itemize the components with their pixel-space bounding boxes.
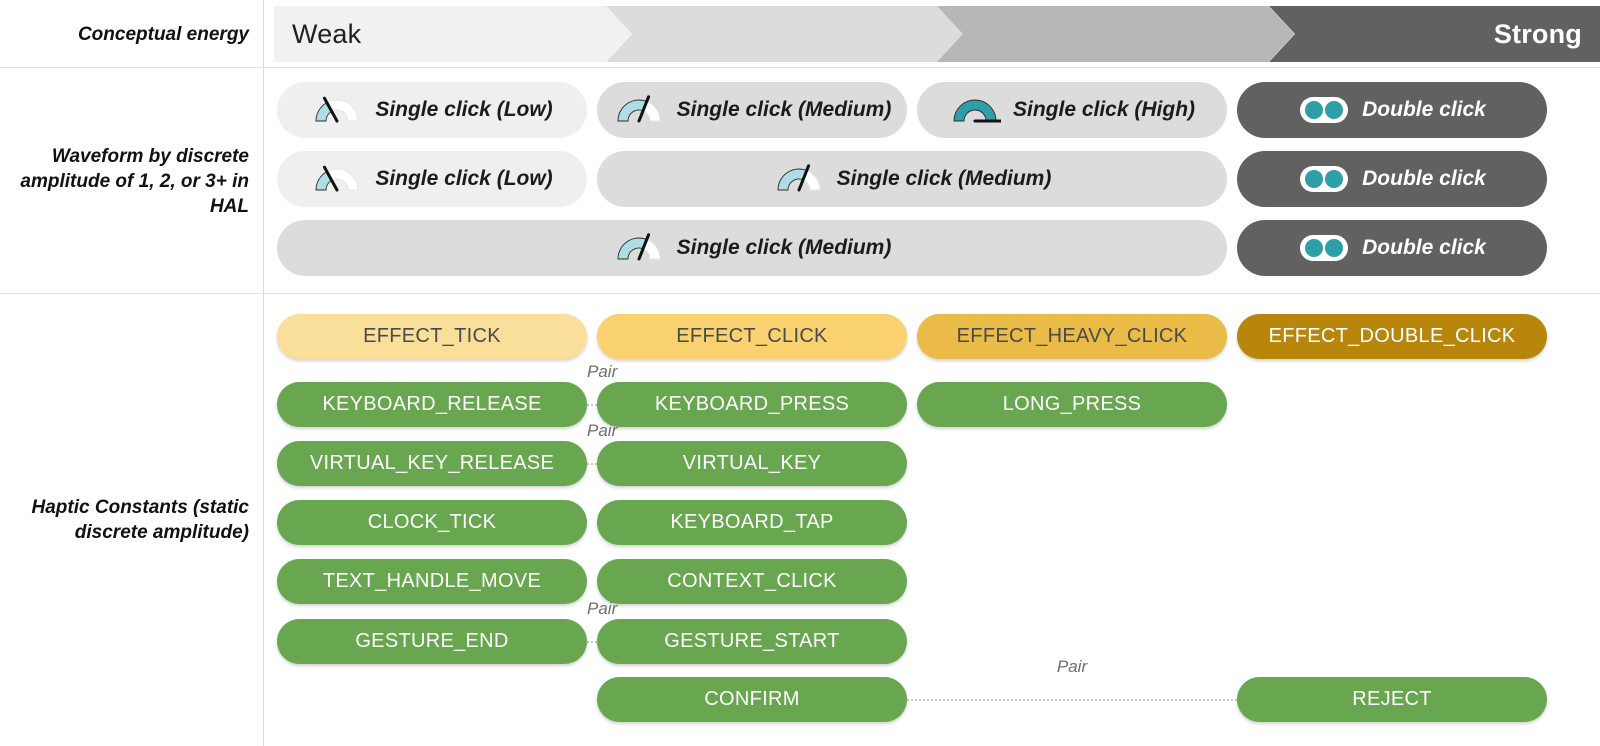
haptics-energy-chart: Conceptual energy Weak Strong Waveform by… <box>0 0 1600 746</box>
constant-pill[interactable]: KEYBOARD_PRESS <box>597 382 907 427</box>
pair-connector: Pair <box>587 599 617 664</box>
double-dot-icon <box>1300 166 1349 192</box>
constant-pill[interactable]: CLOCK_TICK <box>277 500 587 545</box>
waveform-chip[interactable]: Single click (Medium) <box>597 82 907 138</box>
waveform-vertical-divider <box>263 68 264 294</box>
gauge-low-icon <box>315 165 359 192</box>
energy-segment-label-4: Strong <box>1493 18 1582 49</box>
energy-segment-label-1: Weak <box>292 18 362 49</box>
constant-pill[interactable]: REJECT <box>1237 677 1547 722</box>
waveform-chip[interactable]: Double click <box>1237 151 1547 207</box>
pair-connector-label: Pair <box>587 421 618 440</box>
energy-segment-3 <box>937 6 1295 62</box>
constant-pill[interactable]: VIRTUAL_KEY <box>597 441 907 486</box>
constant-pill-label: LONG_PRESS <box>1002 393 1142 415</box>
constant-pill[interactable]: EFFECT_HEAVY_CLICK <box>917 314 1227 359</box>
constant-pill[interactable]: GESTURE_END <box>277 619 587 664</box>
double-dot-icon <box>1300 97 1349 123</box>
constant-pill[interactable]: TEXT_HANDLE_MOVE <box>277 559 587 604</box>
pair-connector-label: Pair <box>587 362 618 381</box>
waveform-chip-label: Double click <box>1362 167 1486 190</box>
gauge-low-icon <box>315 96 359 123</box>
constant-pill[interactable]: KEYBOARD_RELEASE <box>277 382 587 427</box>
haptic-constants-label: Haptic Constants (static discrete amplit… <box>31 497 249 543</box>
waveform-chip[interactable]: Double click <box>1237 82 1547 138</box>
pair-connector-label: Pair <box>1056 657 1088 676</box>
waveform-chip-label: Double click <box>1362 236 1486 259</box>
constants-vertical-divider <box>263 294 264 746</box>
waveform-chip[interactable]: Single click (Low) <box>277 151 587 207</box>
conceptual-energy-row: Conceptual energy Weak Strong <box>0 0 1600 68</box>
pair-connector-line <box>587 641 597 643</box>
gauge-high-icon <box>953 99 1001 123</box>
constant-pill[interactable]: GESTURE_START <box>597 619 907 664</box>
constant-pill[interactable]: CONFIRM <box>597 677 907 722</box>
constant-pill[interactable]: EFFECT_CLICK <box>597 314 907 359</box>
haptic-constants-area: EFFECT_TICK EFFECT_CLICK EFFECT_HEAVY_CLIC… <box>263 294 1600 746</box>
pair-connector-line <box>587 463 597 465</box>
constant-pill[interactable]: LONG_PRESS <box>917 382 1227 427</box>
constant-pill-label: TEXT_HANDLE_MOVE <box>322 570 542 592</box>
waveform-chip-label: Single click (Medium) <box>676 98 892 121</box>
constant-pill-label: CONFIRM <box>704 688 800 710</box>
haptic-constants-row: Haptic Constants (static discrete amplit… <box>0 294 1600 746</box>
waveform-chip-label: Single click (Medium) <box>836 167 1052 190</box>
constant-pill-label: EFFECT_CLICK <box>676 325 828 347</box>
double-dot-icon <box>1300 235 1349 261</box>
gauge-medium-icon <box>617 95 661 123</box>
waveform-chip-label: Single click (High) <box>1012 98 1196 121</box>
constant-pill[interactable]: KEYBOARD_TAP <box>597 500 907 545</box>
waveform-chip[interactable]: Double click <box>1237 220 1547 276</box>
waveform-chips-area: Single click (Low) Single click (Medium) S… <box>263 68 1600 294</box>
constant-pill-label: GESTURE_END <box>355 630 509 652</box>
waveform-chip[interactable]: Single click (Medium) <box>597 151 1227 207</box>
energy-segment-2 <box>605 6 963 62</box>
constant-pill-label: CLOCK_TICK <box>367 511 497 533</box>
constant-pill-label: GESTURE_START <box>664 630 840 652</box>
conceptual-energy-label: Conceptual energy <box>77 23 249 45</box>
waveform-chip-label: Double click <box>1362 98 1486 121</box>
constant-pill[interactable]: EFFECT_TICK <box>277 314 587 359</box>
conceptual-energy-track: Weak Strong <box>263 0 1600 68</box>
waveform-row: Waveform by discrete amplitude of 1, 2, … <box>0 68 1600 294</box>
gauge-medium-icon <box>617 233 661 261</box>
constant-pill-label: KEYBOARD_TAP <box>670 511 834 533</box>
gauge-medium-icon <box>777 164 821 192</box>
pair-connector-line <box>587 404 597 406</box>
waveform-chip-label: Single click (Low) <box>375 98 553 121</box>
constant-pill-label: KEYBOARD_PRESS <box>654 393 850 415</box>
waveform-chip-label: Single click (Low) <box>375 167 553 190</box>
waveform-chip[interactable]: Single click (Medium) <box>277 220 1227 276</box>
constant-pill-label: EFFECT_DOUBLE_CLICK <box>1268 325 1516 347</box>
constant-pill-label: EFFECT_HEAVY_CLICK <box>956 325 1188 347</box>
pair-connector-line <box>907 699 1237 701</box>
constant-pill[interactable]: EFFECT_DOUBLE_CLICK <box>1237 314 1547 359</box>
pair-connector: Pair <box>587 421 617 486</box>
constant-pill-label: EFFECT_TICK <box>363 325 501 347</box>
waveform-label: Waveform by discrete amplitude of 1, 2, … <box>20 145 249 217</box>
energy-segment-4: Strong <box>1268 6 1600 62</box>
pair-connector: Pair <box>907 657 1237 722</box>
constant-pill[interactable]: CONTEXT_CLICK <box>597 559 907 604</box>
constant-pill-label: VIRTUAL_KEY_RELEASE <box>309 452 555 474</box>
constant-pill-label: VIRTUAL_KEY <box>682 452 822 474</box>
energy-segment-1: Weak <box>274 6 632 62</box>
constant-pill-label: KEYBOARD_RELEASE <box>322 393 542 415</box>
constant-pill-label: REJECT <box>1352 688 1432 710</box>
waveform-chip[interactable]: Single click (High) <box>917 82 1227 138</box>
waveform-chip[interactable]: Single click (Low) <box>277 82 587 138</box>
constant-pill-label: CONTEXT_CLICK <box>667 570 837 592</box>
header-vertical-divider <box>263 0 264 68</box>
pair-connector-label: Pair <box>587 599 618 618</box>
waveform-chip-label: Single click (Medium) <box>676 236 892 259</box>
constant-pill[interactable]: VIRTUAL_KEY_RELEASE <box>277 441 587 486</box>
